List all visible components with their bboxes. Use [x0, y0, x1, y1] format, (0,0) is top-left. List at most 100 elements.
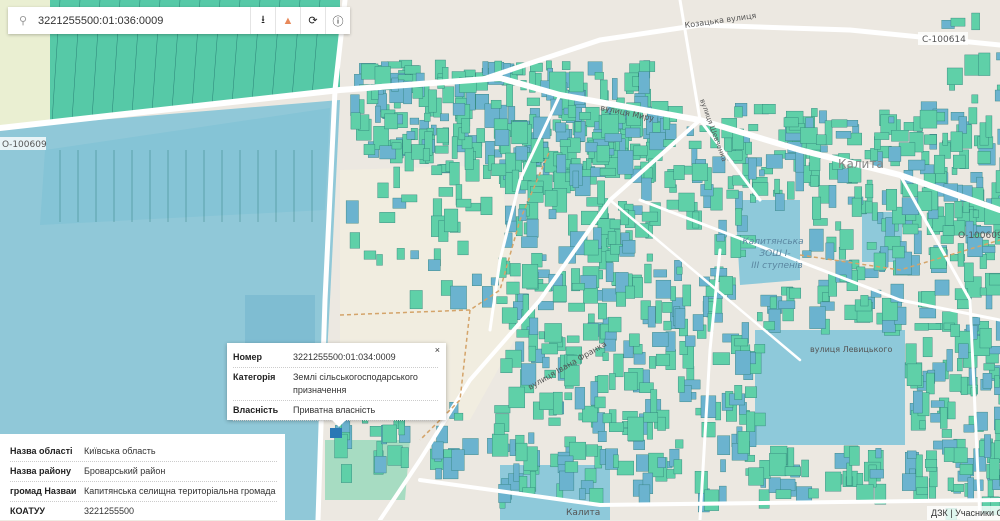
land-parcel[interactable] — [557, 155, 566, 173]
land-parcel[interactable] — [595, 397, 606, 408]
land-parcel[interactable] — [977, 412, 988, 430]
land-parcel[interactable] — [953, 155, 965, 168]
land-parcel[interactable] — [979, 53, 990, 76]
land-parcel[interactable] — [836, 131, 851, 138]
land-parcel[interactable] — [516, 146, 527, 160]
land-parcel[interactable] — [492, 434, 508, 456]
land-parcel[interactable] — [401, 448, 408, 468]
land-parcel[interactable] — [996, 170, 1000, 192]
land-parcel[interactable] — [495, 130, 509, 146]
land-parcel[interactable] — [583, 324, 598, 340]
land-parcel[interactable] — [595, 72, 604, 79]
land-parcel[interactable] — [704, 490, 718, 511]
land-parcel[interactable] — [955, 201, 963, 218]
land-parcel[interactable] — [906, 344, 916, 365]
land-parcel[interactable] — [501, 359, 513, 373]
map-attribution[interactable]: ДЗК | Учасники OpenStreetMap — [927, 506, 1000, 520]
land-parcel[interactable] — [600, 80, 607, 100]
land-parcel[interactable] — [432, 442, 443, 459]
land-parcel[interactable] — [995, 90, 1000, 101]
land-parcel[interactable] — [915, 323, 929, 330]
land-parcel[interactable] — [413, 87, 423, 98]
land-parcel[interactable] — [545, 190, 557, 206]
land-parcel[interactable] — [861, 295, 868, 306]
land-parcel[interactable] — [968, 478, 974, 502]
land-parcel[interactable] — [483, 62, 488, 76]
land-parcel[interactable] — [411, 251, 419, 259]
land-parcel[interactable] — [685, 336, 695, 347]
land-parcel[interactable] — [943, 226, 954, 236]
land-parcel[interactable] — [383, 425, 397, 443]
land-parcel[interactable] — [872, 203, 877, 221]
land-parcel[interactable] — [394, 167, 400, 188]
land-parcel[interactable] — [494, 424, 504, 435]
land-parcel[interactable] — [392, 143, 401, 149]
land-parcel[interactable] — [757, 312, 762, 321]
land-parcel[interactable] — [477, 128, 485, 142]
land-parcel[interactable] — [364, 251, 376, 259]
land-parcel[interactable] — [506, 85, 512, 107]
land-parcel[interactable] — [600, 168, 616, 176]
land-parcel[interactable] — [980, 288, 986, 295]
land-parcel[interactable] — [639, 72, 650, 94]
land-parcel[interactable] — [775, 194, 784, 211]
land-parcel[interactable] — [472, 274, 481, 286]
land-parcel[interactable] — [605, 134, 622, 142]
land-parcel[interactable] — [609, 373, 615, 389]
land-parcel[interactable] — [964, 425, 974, 433]
land-parcel[interactable] — [458, 241, 469, 255]
land-parcel[interactable] — [538, 270, 550, 278]
land-parcel[interactable] — [527, 219, 538, 237]
land-parcel[interactable] — [984, 435, 990, 458]
land-parcel[interactable] — [816, 135, 826, 145]
land-parcel[interactable] — [874, 133, 889, 140]
land-parcel[interactable] — [788, 448, 794, 467]
land-parcel[interactable] — [667, 200, 680, 209]
land-parcel[interactable] — [351, 95, 360, 116]
land-parcel[interactable] — [412, 144, 425, 159]
land-parcel[interactable] — [565, 393, 572, 400]
land-parcel[interactable] — [920, 110, 937, 128]
land-parcel[interactable] — [903, 224, 918, 234]
land-parcel[interactable] — [649, 356, 655, 368]
land-parcel[interactable] — [749, 468, 764, 486]
land-parcel[interactable] — [941, 236, 954, 244]
land-parcel[interactable] — [994, 375, 999, 387]
land-parcel[interactable] — [410, 290, 422, 308]
land-parcel[interactable] — [917, 488, 928, 495]
land-parcel[interactable] — [953, 448, 968, 463]
land-parcel[interactable] — [867, 242, 876, 249]
land-parcel[interactable] — [925, 459, 937, 467]
land-parcel[interactable] — [428, 260, 440, 271]
land-parcel[interactable] — [454, 413, 463, 420]
land-parcel[interactable] — [651, 390, 657, 413]
land-parcel[interactable] — [865, 184, 872, 198]
land-parcel[interactable] — [378, 183, 389, 198]
land-parcel[interactable] — [947, 68, 962, 85]
land-parcel[interactable] — [521, 237, 537, 248]
land-parcel[interactable] — [634, 440, 645, 450]
cadastral-search-bar[interactable]: ⚲ 3221255500:01:036:0009 ⭳ ▲ ⟳ ⓘ — [8, 7, 350, 34]
land-parcel[interactable] — [716, 402, 721, 420]
land-parcel[interactable] — [380, 212, 395, 222]
land-parcel[interactable] — [948, 402, 955, 419]
land-parcel[interactable] — [341, 464, 351, 482]
land-parcel[interactable] — [439, 187, 453, 196]
land-parcel[interactable] — [664, 321, 671, 330]
land-parcel[interactable] — [995, 440, 1000, 459]
land-parcel[interactable] — [644, 412, 658, 422]
land-parcel[interactable] — [934, 155, 945, 174]
land-parcel[interactable] — [407, 131, 415, 139]
land-parcel[interactable] — [796, 171, 804, 191]
land-parcel[interactable] — [444, 209, 458, 232]
land-parcel[interactable] — [775, 179, 780, 193]
land-parcel[interactable] — [891, 130, 908, 141]
land-parcel[interactable] — [907, 364, 922, 386]
land-parcel[interactable] — [826, 243, 834, 260]
land-parcel[interactable] — [727, 190, 739, 198]
land-parcel[interactable] — [972, 13, 980, 30]
land-parcel[interactable] — [538, 301, 553, 310]
land-parcel[interactable] — [567, 336, 579, 343]
land-parcel[interactable] — [491, 100, 501, 108]
land-parcel[interactable] — [785, 467, 801, 476]
